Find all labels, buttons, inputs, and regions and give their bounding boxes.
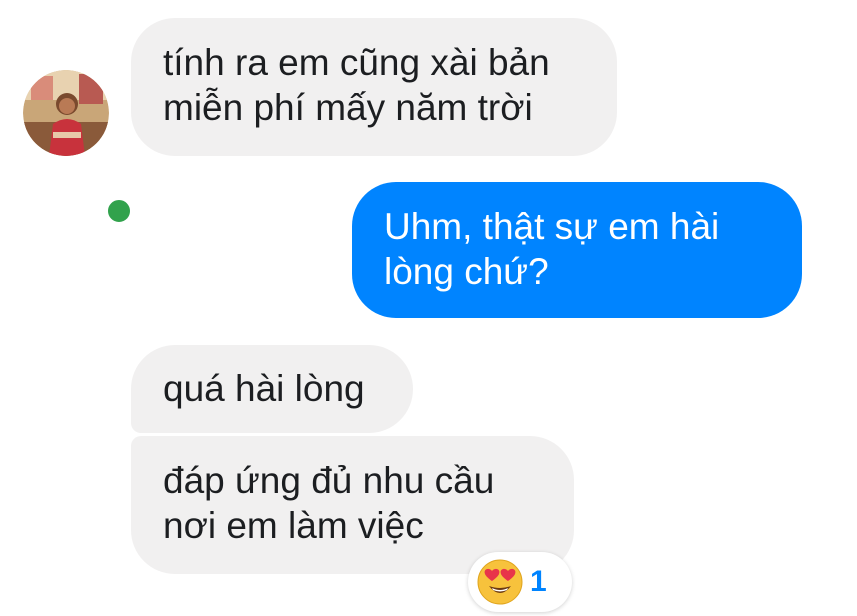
contact-avatar[interactable]	[23, 70, 134, 226]
message-reaction[interactable]: 1	[468, 552, 572, 612]
message-bubble-incoming[interactable]: tính ra em cũng xài bản miễn phí mấy năm…	[131, 18, 617, 156]
message-bubble-incoming[interactable]: quá hài lòng	[131, 345, 413, 433]
chat-thread: tính ra em cũng xài bản miễn phí mấy năm…	[0, 0, 857, 616]
message-bubble-outgoing[interactable]: Uhm, thật sự em hài lòng chứ?	[352, 182, 802, 318]
heart-eyes-emoji-icon	[477, 559, 523, 605]
reaction-count: 1	[530, 565, 547, 598]
contact-photo	[23, 70, 109, 156]
online-status-indicator	[104, 196, 134, 226]
